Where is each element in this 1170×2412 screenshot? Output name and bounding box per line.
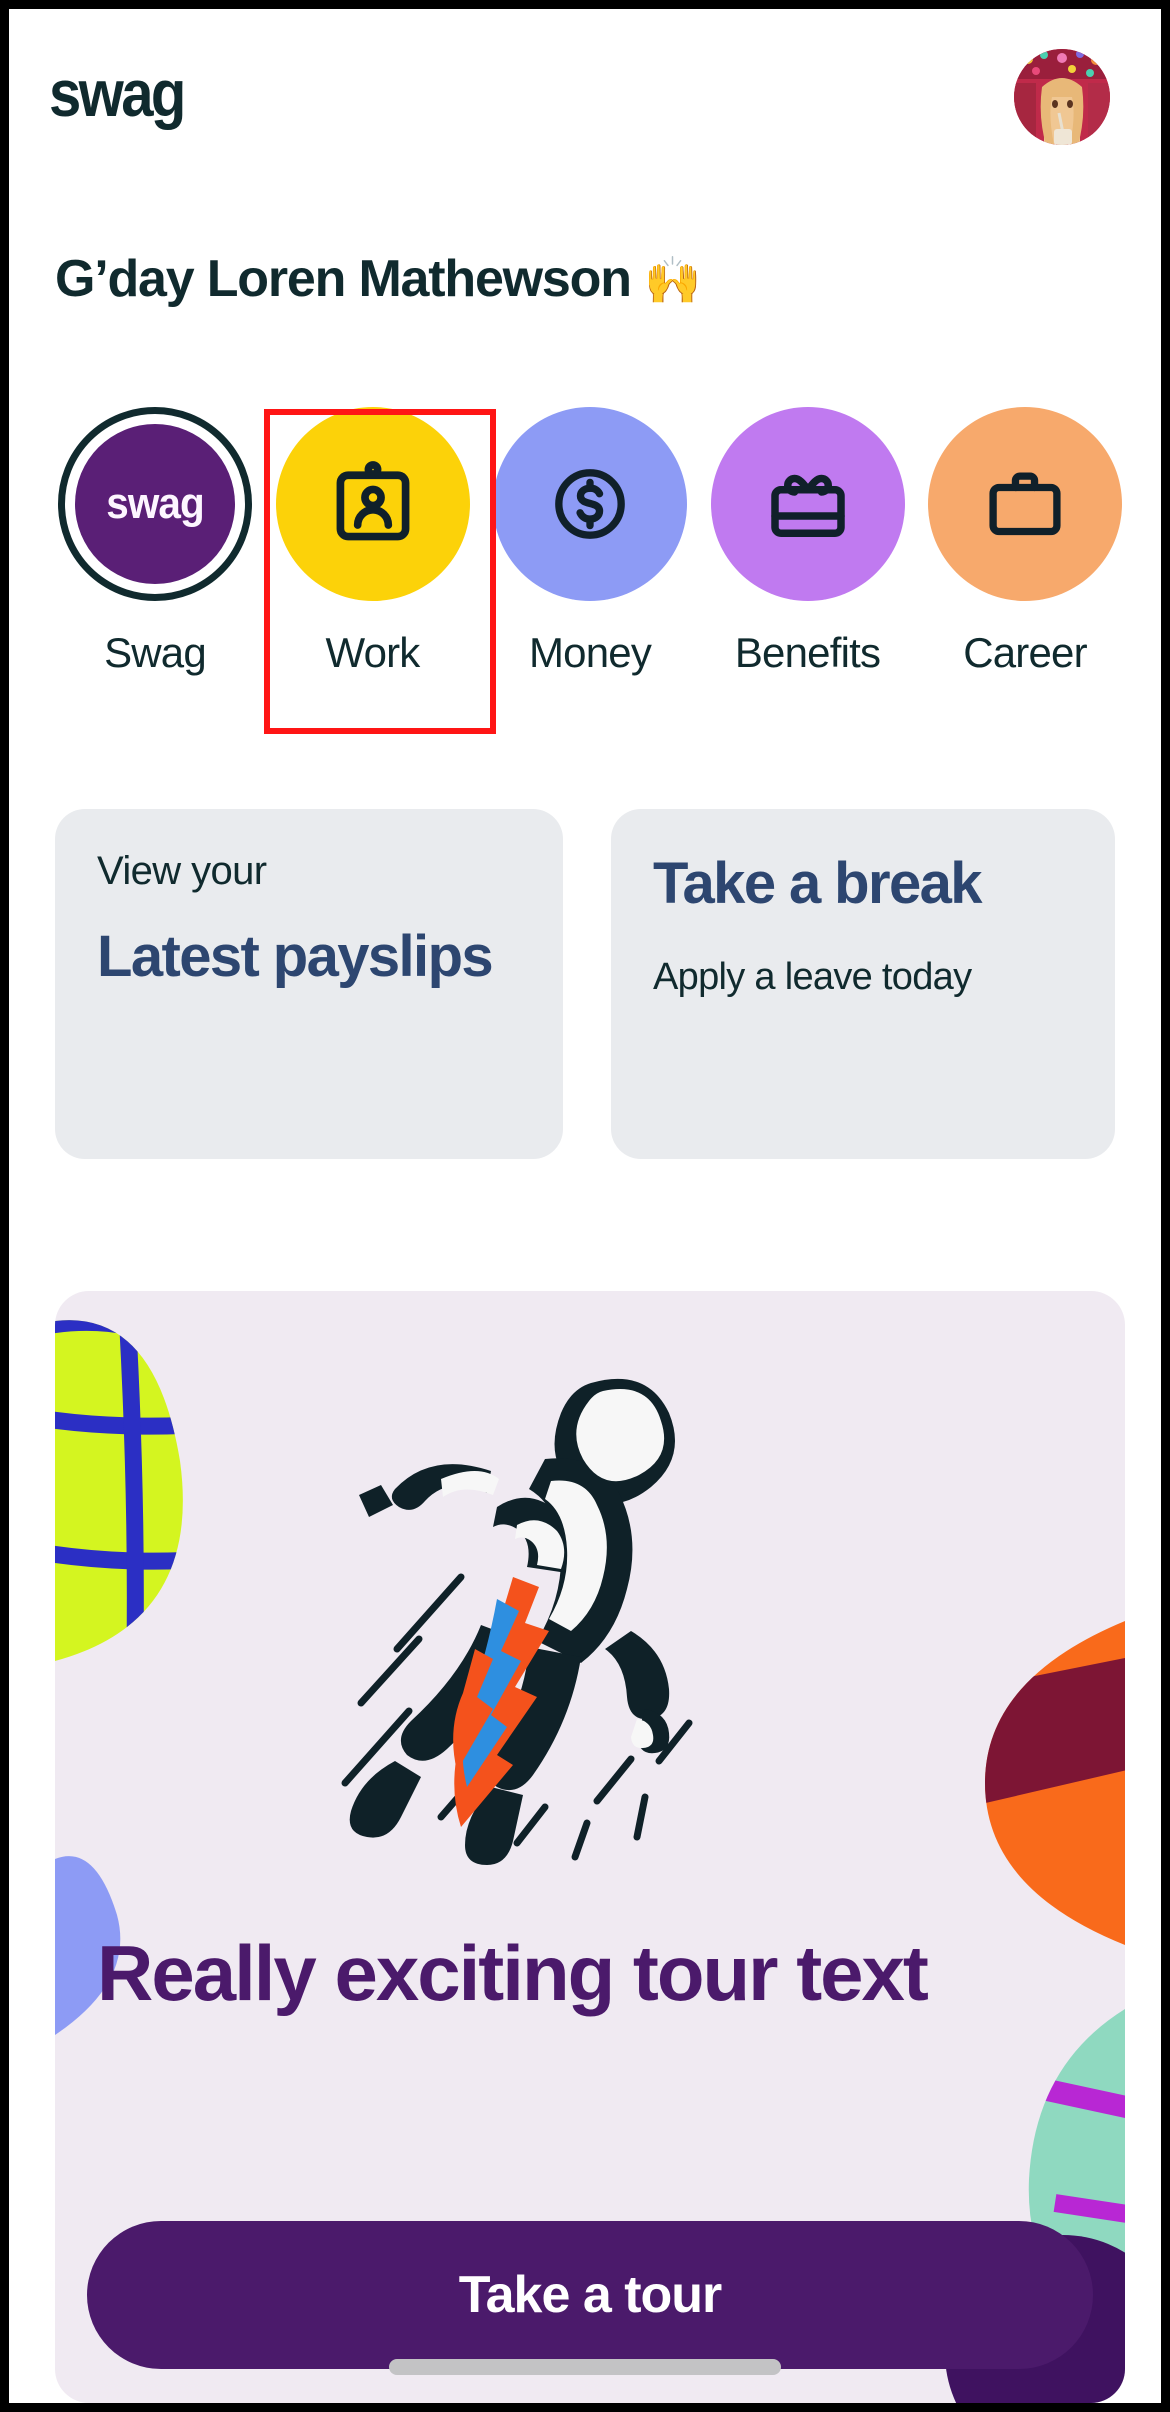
category-item-swag[interactable]: swag Swag (55, 407, 255, 747)
tour-promo-banner[interactable]: Really exciting tour text Take a tour (55, 1291, 1125, 2403)
benefits-circle[interactable] (710, 407, 905, 601)
briefcase-icon (981, 460, 1069, 548)
work-circle[interactable] (275, 407, 470, 601)
swag-wordmark-icon: swag (106, 479, 204, 528)
dollar-coin-icon (546, 460, 634, 548)
id-badge-icon (327, 458, 419, 550)
category-label-career: Career (963, 629, 1087, 676)
avatar[interactable] (1014, 49, 1110, 145)
take-a-break-card[interactable]: Take a break Apply a leave today (611, 809, 1115, 1159)
category-label-benefits: Benefits (734, 629, 881, 676)
page-title: G’day Loren Mathewson 🙌 (55, 249, 701, 309)
category-label-work: Work (325, 629, 420, 676)
category-item-money[interactable]: Money (490, 407, 690, 747)
home-indicator[interactable] (389, 2359, 781, 2375)
money-circle[interactable] (493, 407, 687, 601)
quick-action-cards: View your Latest payslips Take a break A… (55, 809, 1115, 1159)
break-subtitle: Apply a leave today (653, 955, 972, 998)
category-item-work[interactable]: Work (273, 407, 473, 747)
top-bar: swag (9, 9, 1161, 174)
raising-hands-icon: 🙌 (644, 254, 701, 306)
app-screen: swag G’day Loren Mathewson 🙌 swag Swag W… (9, 9, 1161, 2403)
take-a-tour-button[interactable]: Take a tour (87, 2221, 1093, 2369)
swag-logo[interactable]: swag (49, 55, 186, 131)
career-circle[interactable] (928, 407, 1122, 601)
swag-circle[interactable]: swag (58, 407, 252, 601)
payslips-title: Latest payslips (97, 924, 494, 989)
category-item-benefits[interactable]: Benefits (708, 407, 908, 747)
category-item-career[interactable]: Career (925, 407, 1125, 747)
break-title: Take a break (653, 851, 983, 916)
gift-icon (763, 459, 853, 549)
latest-payslips-card[interactable]: View your Latest payslips (55, 809, 563, 1159)
category-nav: swag Swag Work Money Benefits Career (55, 407, 1125, 747)
category-label-swag: Swag (104, 629, 207, 676)
greeting-text: G’day Loren Mathewson (55, 250, 632, 308)
category-label-money: Money (528, 629, 652, 676)
promo-title: Really exciting tour text (97, 1929, 929, 2017)
payslips-kicker: View your (97, 849, 267, 893)
jetpack-astronaut-illustration (245, 1331, 805, 1891)
